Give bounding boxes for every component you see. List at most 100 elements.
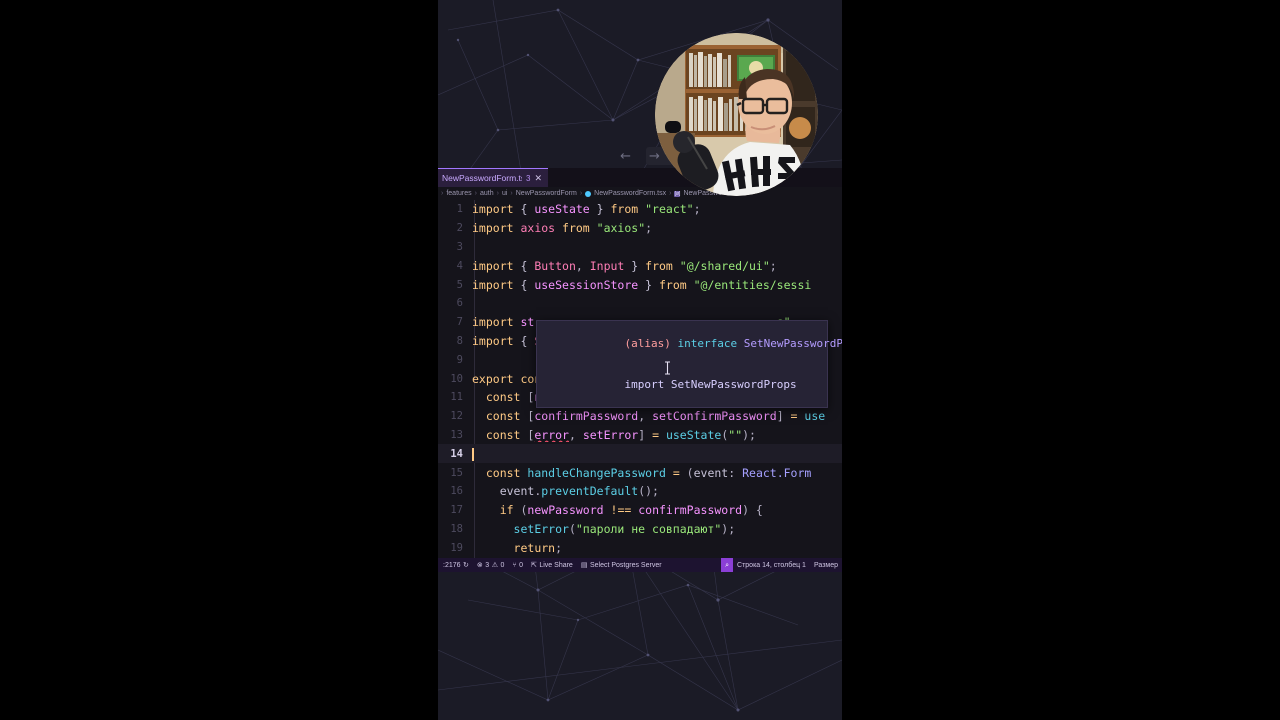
code-text: if (newPassword !== confirmPassword) { bbox=[472, 503, 842, 517]
status-problems[interactable]: ⊗ 3 ⚠ 0 bbox=[473, 558, 508, 572]
code-token: useState bbox=[665, 427, 722, 442]
code-token: useState bbox=[534, 202, 590, 217]
code-token: import bbox=[472, 277, 521, 292]
warning-count: 0 bbox=[500, 561, 505, 569]
code-token: import bbox=[472, 333, 521, 348]
code-token: export bbox=[472, 371, 521, 386]
code-line-5[interactable]: 5 import { useSessionStore } from "@/enti… bbox=[438, 275, 842, 294]
code-line-14[interactable]: 14 bbox=[438, 444, 842, 464]
status-cursor-position[interactable]: Строка 14, столбец 1 bbox=[733, 558, 810, 572]
code-token: from bbox=[562, 221, 597, 236]
code-line-17[interactable]: 17 if (newPassword !== confirmPassword) … bbox=[438, 501, 842, 520]
code-line-15[interactable]: 15 const handleChangePassword = (event: … bbox=[438, 463, 842, 482]
code-token: confirmPassword bbox=[638, 503, 743, 518]
status-bar: :2176 ↻ ⊗ 3 ⚠ 0 ⑂ 0 ⇱ Live Share ▤ Selec… bbox=[438, 558, 842, 572]
error-count: 3 bbox=[485, 561, 490, 569]
code-token: preventDefault bbox=[541, 484, 639, 499]
code-line-2[interactable]: 2 import axios from "axios"; bbox=[438, 219, 842, 238]
line-number: 19 bbox=[450, 541, 463, 554]
code-line-1[interactable]: 1 import { useState } from "react"; bbox=[438, 200, 842, 219]
code-token: event bbox=[693, 465, 729, 480]
indent-size-label: Размер bbox=[813, 561, 838, 569]
code-token: const bbox=[485, 427, 528, 442]
code-token: , bbox=[575, 258, 590, 273]
code-token: ( bbox=[686, 465, 694, 480]
code-line-13[interactable]: 13 const [error, setError] = useState(""… bbox=[438, 426, 842, 445]
code-token: : bbox=[728, 465, 743, 480]
code-token: use bbox=[804, 409, 826, 424]
tooltip-import-text: import SetNewPasswordProps bbox=[624, 378, 797, 391]
code-token: const bbox=[485, 390, 528, 405]
code-line-3[interactable]: 3 bbox=[438, 238, 842, 257]
code-token: error bbox=[534, 427, 569, 442]
code-token: confirmPassword bbox=[534, 409, 639, 424]
back-arrow-icon[interactable]: ← bbox=[620, 150, 631, 163]
tab-newpasswordform[interactable]: NewPasswordForm.tsx 3 ✕ bbox=[438, 168, 548, 187]
search-icon: ⌕ bbox=[725, 561, 730, 569]
code-token: ] bbox=[638, 427, 653, 442]
line-number: 16 bbox=[450, 485, 463, 498]
breadcrumb-item-auth[interactable]: auth bbox=[480, 190, 494, 197]
breadcrumb-item-ui[interactable]: ui bbox=[502, 190, 507, 197]
port-label: :2176 bbox=[443, 561, 461, 569]
database-label: Select Postgres Server bbox=[589, 561, 662, 569]
code-token: return bbox=[513, 540, 556, 555]
code-text: const handleChangePassword = (event: Rea… bbox=[472, 466, 842, 480]
code-token: ( bbox=[568, 521, 576, 536]
code-editor[interactable]: 1 import { useState } from "react"; 2 impor… bbox=[438, 200, 842, 558]
code-token: "axios" bbox=[596, 221, 646, 236]
code-token: "пароли не совпадают" bbox=[575, 521, 722, 536]
code-line-6[interactable]: 6 bbox=[438, 294, 842, 313]
code-line-18[interactable]: 18 setError("пароли не совпадают"); bbox=[438, 520, 842, 539]
code-token: const bbox=[485, 465, 528, 480]
close-icon[interactable]: ✕ bbox=[534, 173, 542, 183]
live-share-label: Live Share bbox=[539, 561, 573, 569]
code-token: from bbox=[658, 277, 694, 292]
status-search-button[interactable]: ⌕ bbox=[721, 558, 734, 572]
text-caret bbox=[472, 447, 474, 461]
forward-arrow-icon[interactable]: → bbox=[649, 150, 660, 163]
tab-label: NewPasswordForm.tsx bbox=[442, 173, 522, 183]
code-token: ) { bbox=[742, 503, 763, 518]
code-line-4[interactable]: 4 import { Button, Input } from "@/shared… bbox=[438, 256, 842, 275]
code-token: from bbox=[610, 202, 646, 217]
code-line-16[interactable]: 16 event.preventDefault(); bbox=[438, 482, 842, 501]
code-token: "" bbox=[728, 427, 743, 442]
line-number: 1 bbox=[456, 203, 463, 216]
line-number: 3 bbox=[456, 240, 463, 253]
line-number: 7 bbox=[456, 316, 463, 329]
code-line-12[interactable]: 12 const [confirmPassword, setConfirmPas… bbox=[438, 407, 842, 426]
cursor-position-label: Строка 14, столбец 1 bbox=[737, 561, 806, 569]
code-token: setConfirmPassword bbox=[652, 409, 777, 424]
sync-icon: ↻ bbox=[463, 561, 469, 569]
status-port[interactable]: :2176 ↻ bbox=[439, 558, 473, 572]
code-token: Input bbox=[589, 258, 625, 273]
code-text: import { useSessionStore } from "@/entit… bbox=[472, 278, 842, 292]
status-database[interactable]: ▤ Select Postgres Server bbox=[577, 558, 666, 572]
code-text: import axios from "axios"; bbox=[472, 221, 842, 235]
tooltip-keyword: interface bbox=[677, 337, 738, 350]
code-token: { bbox=[520, 202, 535, 217]
breadcrumb-item-file[interactable]: NewPasswordForm.tsx bbox=[594, 190, 666, 197]
breadcrumb-separator-5: › bbox=[669, 190, 672, 197]
code-token: = bbox=[790, 409, 805, 424]
breadcrumb-item-features[interactable]: features bbox=[446, 190, 471, 197]
breadcrumb-item-folder[interactable]: NewPasswordForm bbox=[516, 190, 577, 197]
line-number: 2 bbox=[456, 222, 463, 235]
screen: ← → NewPasswordForm.tsx 3 ✕ › features ›… bbox=[0, 0, 1280, 720]
line-number: 6 bbox=[456, 297, 463, 310]
status-live-share[interactable]: ⇱ Live Share bbox=[527, 558, 577, 572]
code-token: , bbox=[638, 409, 653, 424]
tooltip-line-2: import SetNewPasswordProps bbox=[537, 364, 827, 405]
code-line-19[interactable]: 19 return; bbox=[438, 538, 842, 557]
breadcrumb-separator-4: › bbox=[579, 190, 583, 197]
code-token: Button bbox=[534, 258, 576, 273]
code-token: if bbox=[499, 503, 521, 518]
status-indent-size[interactable]: Размер bbox=[810, 558, 842, 572]
status-ports[interactable]: ⑂ 0 bbox=[508, 558, 527, 572]
